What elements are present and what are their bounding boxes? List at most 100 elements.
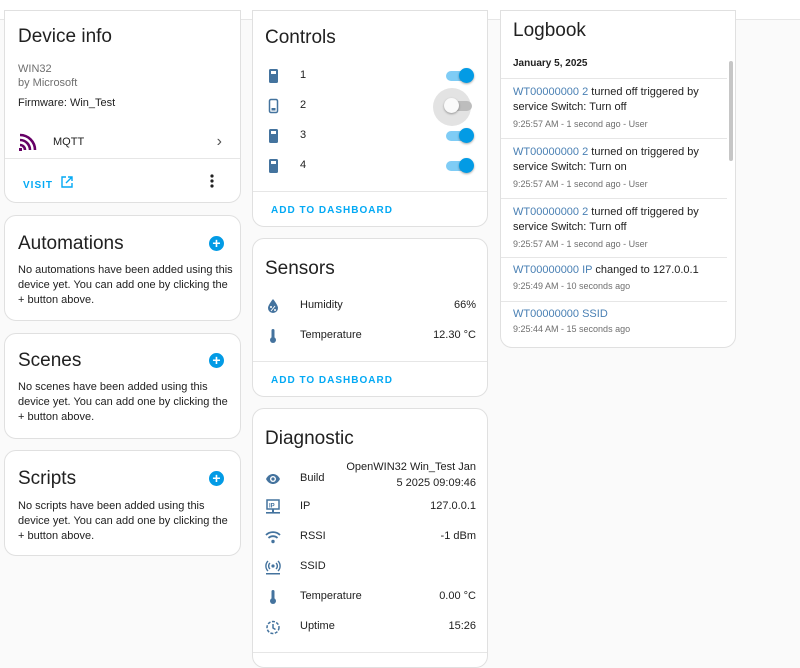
logbook-date: January 5, 2025 bbox=[513, 58, 588, 69]
control-label: 4 bbox=[300, 159, 307, 171]
add-script-icon[interactable]: + bbox=[209, 471, 224, 486]
switch-device-icon bbox=[265, 68, 281, 84]
log-message: changed to 127.0.0.1 bbox=[592, 264, 699, 276]
access-point-icon bbox=[265, 559, 281, 575]
logbook-entry: WT00000000 2 turned off triggered by ser… bbox=[501, 199, 727, 258]
log-entity-link[interactable]: WT00000000 IP bbox=[513, 264, 592, 276]
log-entity-link[interactable]: WT00000000 2 bbox=[513, 206, 588, 218]
control-toggle[interactable] bbox=[446, 158, 474, 173]
diagnostic-label: RSSI bbox=[300, 530, 326, 542]
diagnostic-row[interactable]: Temperature 0.00 °C bbox=[253, 582, 487, 612]
diagnostic-value: 5 2025 09:09:46 bbox=[396, 477, 476, 489]
log-timestamp: 9:25:44 AM - 15 seconds ago bbox=[513, 324, 631, 334]
diagnostic-value: 15:26 bbox=[448, 620, 476, 632]
log-entry-text: WT00000000 IP changed to 127.0.0.1 bbox=[513, 263, 713, 278]
log-entry-text: WT00000000 SSID bbox=[513, 307, 713, 322]
integration-row[interactable]: MQTT › bbox=[5, 127, 240, 157]
sensor-label: Humidity bbox=[300, 299, 343, 311]
device-manufacturer: by Microsoft bbox=[18, 77, 78, 89]
wifi-icon bbox=[265, 529, 281, 545]
diagnostic-value: 0.00 °C bbox=[439, 590, 476, 602]
control-toggle[interactable] bbox=[446, 128, 474, 143]
sensor-row[interactable]: Humidity 66% bbox=[253, 291, 487, 321]
log-entry-text: WT00000000 2 turned off triggered by ser… bbox=[513, 205, 713, 235]
open-in-new-icon bbox=[61, 175, 74, 193]
log-entity-link[interactable]: WT00000000 2 bbox=[513, 146, 588, 158]
chevron-right-icon: › bbox=[216, 133, 222, 150]
control-row: 4 bbox=[253, 151, 487, 181]
add-automation-icon[interactable]: + bbox=[209, 236, 224, 251]
add-scene-icon[interactable]: + bbox=[209, 353, 224, 368]
control-row: 1 bbox=[253, 61, 487, 91]
switch-device-icon bbox=[265, 128, 281, 144]
diagnostic-row[interactable]: Build OpenWIN32 Win_Test Jan 5 2025 09:0… bbox=[253, 461, 487, 495]
device-info-title: Device info bbox=[18, 26, 112, 47]
log-entry-text: WT00000000 2 turned on triggered by serv… bbox=[513, 145, 713, 175]
device-model: WIN32 bbox=[18, 63, 52, 75]
diagnostic-value: -1 dBm bbox=[440, 530, 476, 542]
controls-add-to-dashboard-button[interactable]: ADD TO DASHBOARD bbox=[271, 205, 393, 216]
diagnostic-label: IP bbox=[300, 500, 311, 512]
control-toggle[interactable] bbox=[446, 68, 474, 83]
mqtt-logo-icon bbox=[18, 132, 38, 152]
log-entry-text: WT00000000 2 turned off triggered by ser… bbox=[513, 85, 713, 115]
diagnostic-row[interactable]: SSID bbox=[253, 552, 487, 582]
divider bbox=[253, 652, 487, 653]
logbook-entry: WT00000000 2 turned on triggered by serv… bbox=[501, 139, 727, 199]
switch-device-icon bbox=[265, 98, 281, 114]
log-timestamp: 9:25:57 AM - 1 second ago - User bbox=[513, 239, 648, 249]
diagnostic-label: Temperature bbox=[300, 590, 362, 602]
divider bbox=[253, 361, 487, 362]
control-row: 2 bbox=[253, 88, 487, 126]
logbook-entry: WT00000000 SSID 9:25:44 AM - 15 seconds … bbox=[501, 302, 727, 347]
timer-icon bbox=[265, 619, 281, 635]
scripts-title: Scripts bbox=[18, 468, 77, 489]
water-percent-icon bbox=[265, 298, 281, 314]
sensors-title: Sensors bbox=[265, 258, 335, 279]
controls-title: Controls bbox=[265, 27, 336, 48]
logbook-title: Logbook bbox=[513, 20, 586, 41]
diagnostic-value: OpenWIN32 Win_Test Jan bbox=[346, 461, 476, 473]
more-vert-icon[interactable] bbox=[210, 173, 214, 189]
sensor-value: 12.30 °C bbox=[433, 329, 476, 341]
log-entity-link[interactable]: WT00000000 SSID bbox=[513, 308, 608, 320]
control-label: 2 bbox=[300, 99, 307, 111]
logbook-entry: WT00000000 IP changed to 127.0.0.1 9:25:… bbox=[501, 258, 727, 302]
diagnostic-title: Diagnostic bbox=[265, 428, 354, 449]
thermometer-icon bbox=[265, 328, 281, 344]
diagnostic-label: Build bbox=[300, 472, 325, 484]
sensors-card: Sensors Humidity 66% Temperature 12.30 °… bbox=[252, 238, 488, 397]
sensors-add-to-dashboard-button[interactable]: ADD TO DASHBOARD bbox=[271, 375, 393, 386]
scripts-empty-text: No scripts have been added using this de… bbox=[18, 500, 228, 542]
thermometer-icon bbox=[265, 589, 281, 605]
switch-device-icon bbox=[265, 158, 281, 174]
automations-card: Automations + No automations have been a… bbox=[4, 215, 241, 321]
scenes-empty-text: No scenes have been added using this dev… bbox=[18, 381, 228, 423]
log-timestamp: 9:25:57 AM - 1 second ago - User bbox=[513, 179, 648, 189]
logbook-list[interactable]: January 5, 2025 WT00000000 2 turned off … bbox=[501, 51, 735, 347]
diagnostic-card: Diagnostic Build OpenWIN32 Win_Test Jan … bbox=[252, 408, 488, 668]
scripts-card: Scripts + No scripts have been added usi… bbox=[4, 450, 241, 556]
visit-link[interactable]: VISIT bbox=[23, 175, 74, 193]
automations-title: Automations bbox=[18, 233, 124, 254]
logbook-scrollbar-track[interactable] bbox=[729, 57, 733, 347]
logbook-entry: WT00000000 2 turned off triggered by ser… bbox=[501, 79, 727, 139]
sensor-row[interactable]: Temperature 12.30 °C bbox=[253, 321, 487, 351]
controls-card: Controls 1 2 3 4 ADD TO DASHBOARD bbox=[252, 10, 488, 227]
control-toggle[interactable] bbox=[444, 98, 472, 113]
ip-network-icon: IP bbox=[265, 499, 281, 515]
diagnostic-label: Uptime bbox=[300, 620, 335, 632]
log-entity-link[interactable]: WT00000000 2 bbox=[513, 86, 588, 98]
diagnostic-row[interactable]: Uptime 15:26 bbox=[253, 612, 487, 642]
diagnostic-row[interactable]: IP IP 127.0.0.1 bbox=[253, 492, 487, 522]
control-row: 3 bbox=[253, 121, 487, 151]
sensor-label: Temperature bbox=[300, 329, 362, 341]
divider bbox=[253, 191, 487, 192]
device-info-card: Device info WIN32 by Microsoft Firmware:… bbox=[4, 10, 241, 203]
logbook-scrollbar-thumb[interactable] bbox=[729, 61, 733, 161]
control-label: 1 bbox=[300, 69, 307, 81]
diagnostic-label: SSID bbox=[300, 560, 326, 572]
logbook-card: Logbook January 5, 2025 WT00000000 2 tur… bbox=[500, 10, 736, 348]
diagnostic-row[interactable]: RSSI -1 dBm bbox=[253, 522, 487, 552]
scenes-title: Scenes bbox=[18, 350, 82, 371]
